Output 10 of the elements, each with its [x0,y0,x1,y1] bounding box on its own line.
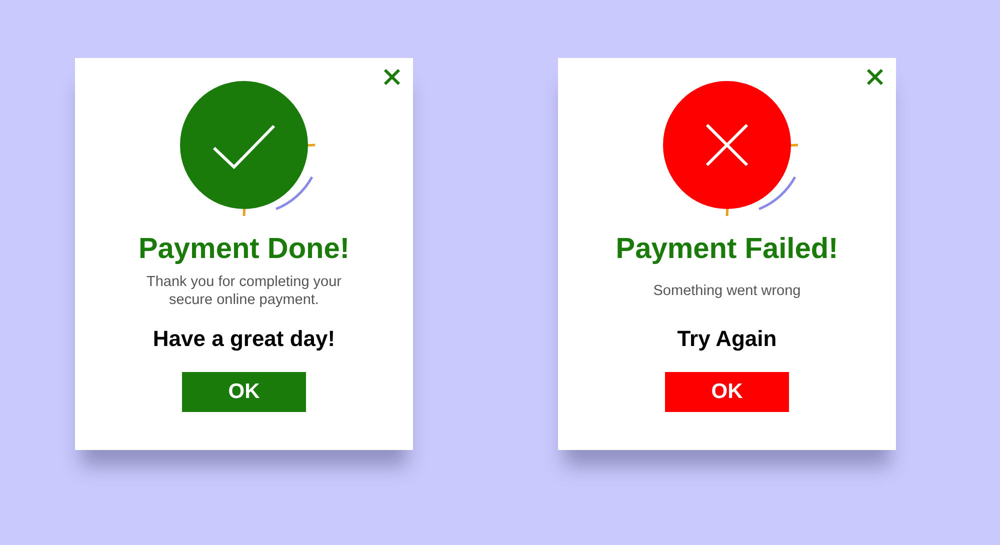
close-button[interactable] [866,68,884,86]
dialog-title: Payment Failed! [616,233,838,266]
dialog-headline: Have a great day! [152,326,336,352]
ok-button[interactable]: OK [665,372,789,412]
ok-button[interactable]: OK [182,372,306,412]
close-button[interactable] [383,68,401,86]
dialog-title: Payment Done! [138,233,350,266]
dialog-message: Thank you for completing your secure online payment. [145,273,343,309]
dialog-message: Something went wrong [652,282,802,300]
dialog-headline: Try Again [677,326,777,352]
